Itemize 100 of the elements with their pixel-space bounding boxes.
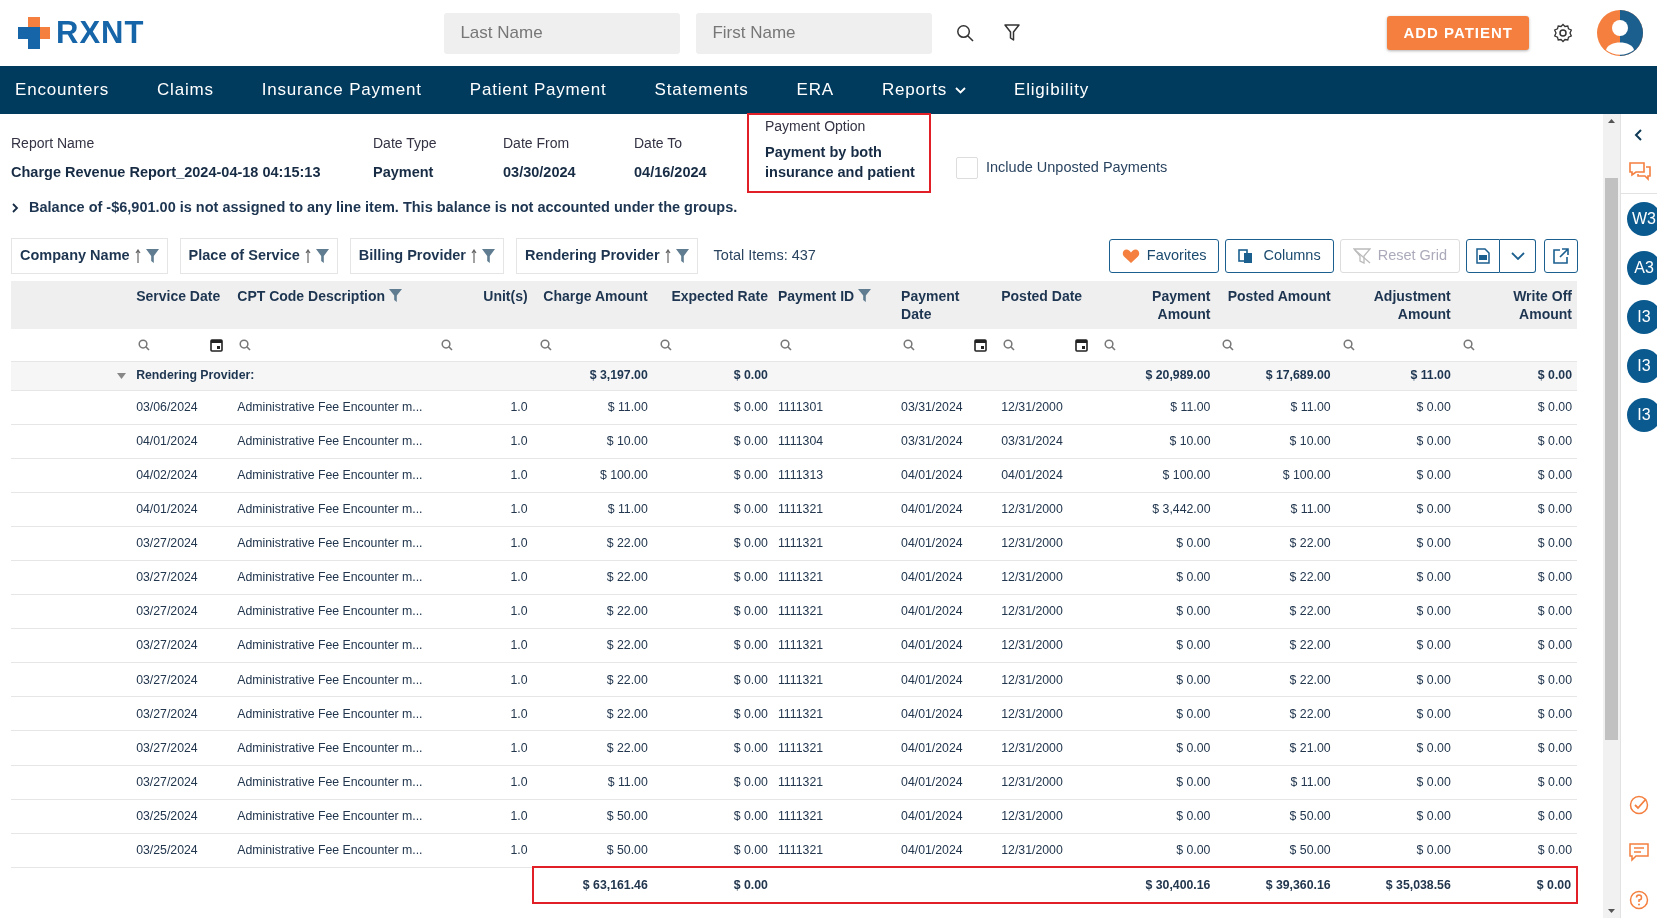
- favorites-button[interactable]: Favorites: [1108, 239, 1220, 273]
- column-header[interactable]: Payment Amount: [1097, 281, 1216, 329]
- filter-icon[interactable]: [145, 249, 159, 263]
- sort-arrow-icon[interactable]: [471, 249, 477, 263]
- nav-tab[interactable]: Reports: [881, 77, 967, 103]
- table-cell: $ 22.00: [1215, 594, 1336, 629]
- table-cell: 04/01/2024: [896, 799, 997, 834]
- table-cell: 04/01/2024: [996, 458, 1098, 493]
- table-cell: $ 0.00: [652, 492, 773, 527]
- table-cell: 04/01/2024: [896, 526, 997, 561]
- column-header[interactable]: Write Off Amount: [1455, 281, 1577, 329]
- nav-tab[interactable]: Statements: [654, 77, 749, 103]
- table-cell: $ 0.00: [1097, 833, 1216, 868]
- nav-tab[interactable]: Insurance Payment: [261, 77, 422, 103]
- message-icon[interactable]: [1629, 843, 1649, 862]
- table-cell: $ 22.00: [532, 526, 653, 561]
- table-cell: $ 0.00: [1455, 526, 1577, 561]
- nav-tab[interactable]: ERA: [796, 77, 834, 103]
- export-button[interactable]: [1544, 239, 1578, 273]
- table-cell: 1.0: [433, 765, 533, 800]
- table-cell: 1111321: [772, 662, 897, 697]
- table-cell: $ 50.00: [532, 833, 653, 868]
- table-cell: $ 11.00: [1335, 361, 1456, 390]
- table-cell: 12/31/2000: [996, 526, 1098, 561]
- nav-tab[interactable]: Claims: [157, 77, 214, 103]
- table-cell: $ 0.00: [1455, 560, 1577, 595]
- avatar-icon[interactable]: [1597, 10, 1643, 56]
- table-cell: Administrative Fee Encounter m...: [232, 526, 434, 561]
- group-chip[interactable]: Billing Provider: [349, 238, 504, 274]
- group-chip[interactable]: Place of Service: [179, 238, 338, 274]
- table-cell: Administrative Fee Encounter m...: [232, 799, 434, 834]
- search-icon[interactable]: [956, 24, 975, 42]
- chat-icon[interactable]: [1628, 161, 1652, 183]
- pdf-button[interactable]: [1466, 239, 1500, 273]
- dropdown-button[interactable]: [1500, 239, 1536, 273]
- table-cell: $ 11.00: [1097, 390, 1216, 425]
- help-icon[interactable]: [1629, 890, 1649, 910]
- user-badge[interactable]: I3: [1627, 349, 1657, 383]
- table-cell: $ 22.00: [532, 560, 653, 595]
- user-badge[interactable]: W3: [1627, 202, 1657, 236]
- table-cell: $ 0.00: [1335, 696, 1456, 731]
- group-chip[interactable]: Company Name: [11, 238, 168, 274]
- group-chip[interactable]: Rendering Provider: [516, 238, 698, 274]
- table-cell: $ 22.00: [532, 730, 653, 766]
- table-cell: Administrative Fee Encounter m...: [232, 662, 434, 697]
- nav-tab[interactable]: Patient Payment: [469, 77, 607, 103]
- total-cell: $ 39,360.16: [1215, 867, 1336, 904]
- columns-button[interactable]: Columns: [1225, 239, 1334, 273]
- column-header[interactable]: Adjustment Amount: [1335, 281, 1456, 329]
- checkbox[interactable]: [956, 157, 978, 179]
- table-cell: $ 3,442.00: [1097, 492, 1216, 527]
- column-header[interactable]: Posted Amount: [1215, 281, 1336, 329]
- caret-down-icon[interactable]: [117, 373, 127, 380]
- column-header[interactable]: Unit(s): [433, 281, 533, 329]
- chevron-right-icon[interactable]: [11, 203, 21, 213]
- nav-tab[interactable]: Encounters: [15, 77, 109, 103]
- filter-icon[interactable]: [858, 289, 872, 302]
- table-cell: 12/31/2000: [996, 560, 1098, 595]
- funnel-icon[interactable]: [1004, 24, 1021, 42]
- user-badge[interactable]: I3: [1627, 398, 1657, 432]
- table-cell: 04/01/2024: [896, 696, 997, 731]
- calendar-icon[interactable]: [974, 337, 988, 352]
- table-cell: $ 22.00: [1215, 526, 1336, 561]
- user-badge[interactable]: A3: [1627, 251, 1657, 285]
- sort-arrow-icon[interactable]: [304, 249, 311, 263]
- table-cell: $ 100.00: [1215, 458, 1336, 493]
- column-header[interactable]: Posted Date: [996, 281, 1098, 329]
- table-cell: $ 0.00: [652, 799, 773, 834]
- filter-icon[interactable]: [482, 249, 495, 263]
- column-header[interactable]: Payment Date: [896, 281, 997, 329]
- first-name-field[interactable]: First Name: [696, 12, 933, 54]
- user-badge[interactable]: I3: [1627, 300, 1657, 334]
- table-cell: 04/01/2024: [896, 833, 997, 868]
- sort-arrow-icon[interactable]: [664, 249, 671, 263]
- filter-icon[interactable]: [675, 249, 689, 263]
- last-name-field[interactable]: Last Name: [444, 12, 681, 54]
- column-header[interactable]: Service Date: [131, 281, 233, 329]
- calendar-icon[interactable]: [1075, 337, 1089, 352]
- table-cell: 1.0: [433, 458, 533, 493]
- table-cell: 04/01/2024: [896, 765, 997, 800]
- field-value: Charge Revenue Report_2024-04-18 04:15:13: [11, 163, 322, 182]
- nav-tab[interactable]: Eligibility: [1014, 77, 1089, 103]
- table-cell: $ 0.00: [1097, 765, 1216, 800]
- balance-note: Balance of -$6,901.00 is not assigned to any line item. This balance is not accounted under the groups.: [29, 198, 738, 218]
- check-circle-icon[interactable]: [1629, 795, 1649, 815]
- filter-icon[interactable]: [389, 289, 403, 302]
- sort-arrow-icon[interactable]: [134, 249, 141, 263]
- column-header[interactable]: CPT Code Description: [232, 281, 434, 329]
- column-header[interactable]: Expected Rate: [652, 281, 773, 329]
- column-header[interactable]: Payment ID: [772, 281, 897, 329]
- table-cell: $ 0.00: [652, 833, 773, 868]
- calendar-icon[interactable]: [210, 337, 224, 352]
- column-header[interactable]: Charge Amount: [532, 281, 653, 329]
- settings-icon[interactable]: [1553, 23, 1573, 43]
- table-cell: 03/31/2024: [996, 424, 1098, 459]
- table-cell: $ 0.00: [1455, 765, 1577, 800]
- checkbox-label: Include Unposted Payments: [986, 158, 1168, 178]
- scrollbar[interactable]: [1603, 114, 1620, 918]
- chevron-left-icon[interactable]: [1634, 129, 1644, 141]
- filter-icon[interactable]: [315, 249, 329, 263]
